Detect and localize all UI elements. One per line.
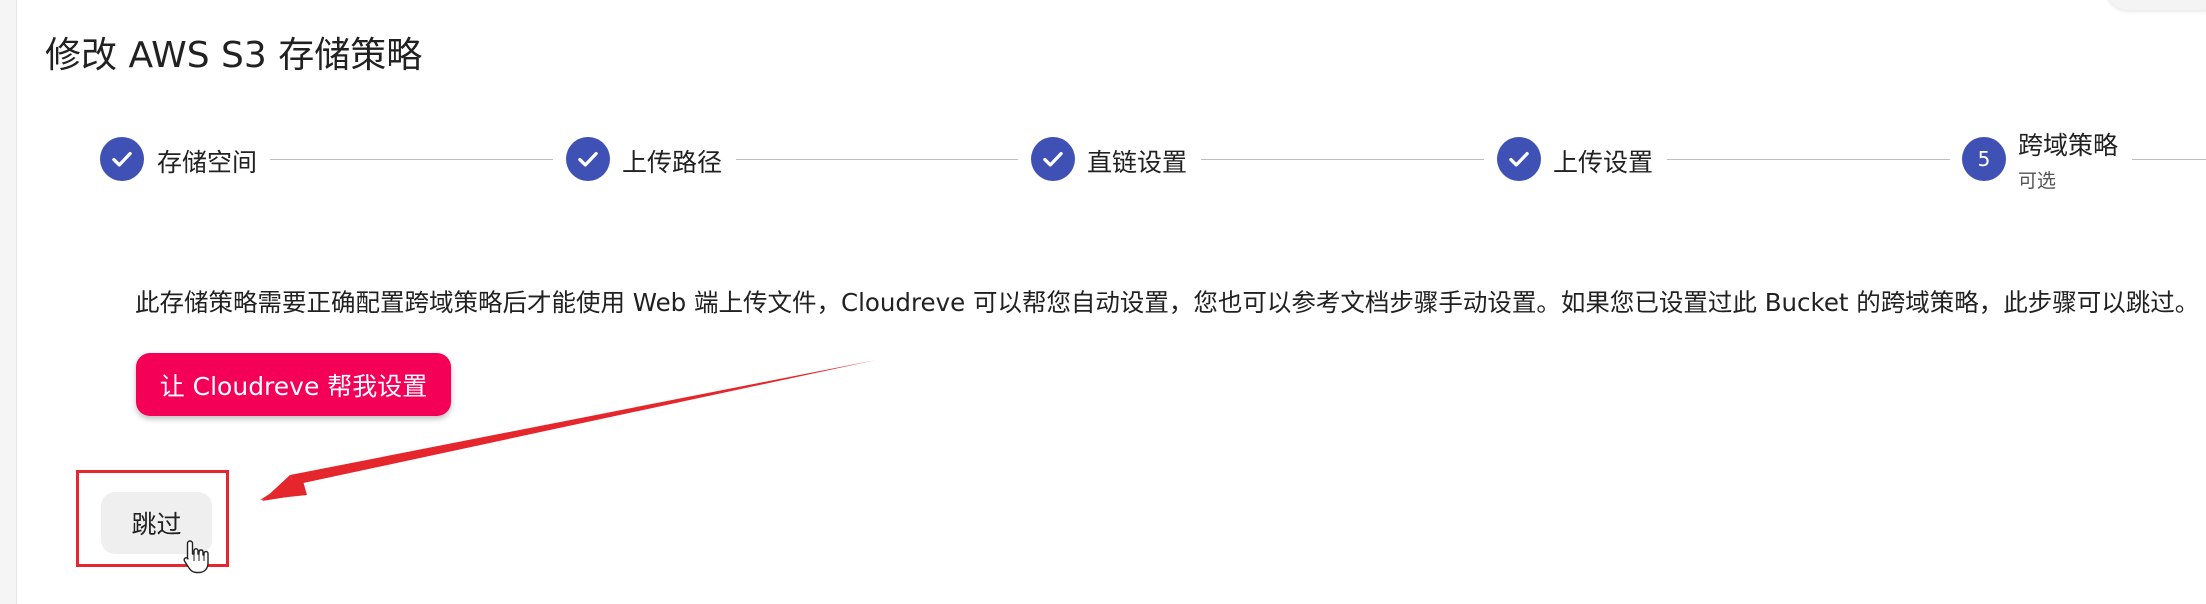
step-1-check-icon [100, 137, 144, 181]
step-5-number-icon: 5 [1962, 137, 2006, 181]
step-4-check-icon [1497, 137, 1541, 181]
step-2-label: 上传路径 [622, 148, 723, 177]
step-1-label: 存储空间 [157, 148, 258, 177]
step-5-optional-label: 可选 [2018, 170, 2057, 192]
auto-config-button[interactable]: 让 Cloudreve 帮我设置 [136, 353, 451, 416]
step-connector [1201, 159, 1484, 160]
policy-editor-page: 修改 AWS S3 存储策略 存储空间 上传路径 直链设置 上传设置 5 跨域策… [0, 0, 2206, 604]
step-connector [1667, 159, 1950, 160]
stepper: 存储空间 上传路径 直链设置 上传设置 5 跨域策略 可选 [0, 0, 2206, 200]
step-connector [270, 159, 553, 160]
step-3-label: 直链设置 [1087, 148, 1188, 177]
step-connector [2132, 159, 2206, 160]
step-4-label: 上传设置 [1553, 148, 1654, 177]
step-2-check-icon [566, 137, 610, 181]
step-connector [736, 159, 1018, 160]
cors-description: 此存储策略需要正确配置跨域策略后才能使用 Web 端上传文件，Cloudreve… [135, 288, 2200, 317]
step-5-label: 跨域策略 [2018, 131, 2119, 160]
hand-cursor-icon [183, 540, 209, 574]
step-3-check-icon [1031, 137, 1075, 181]
